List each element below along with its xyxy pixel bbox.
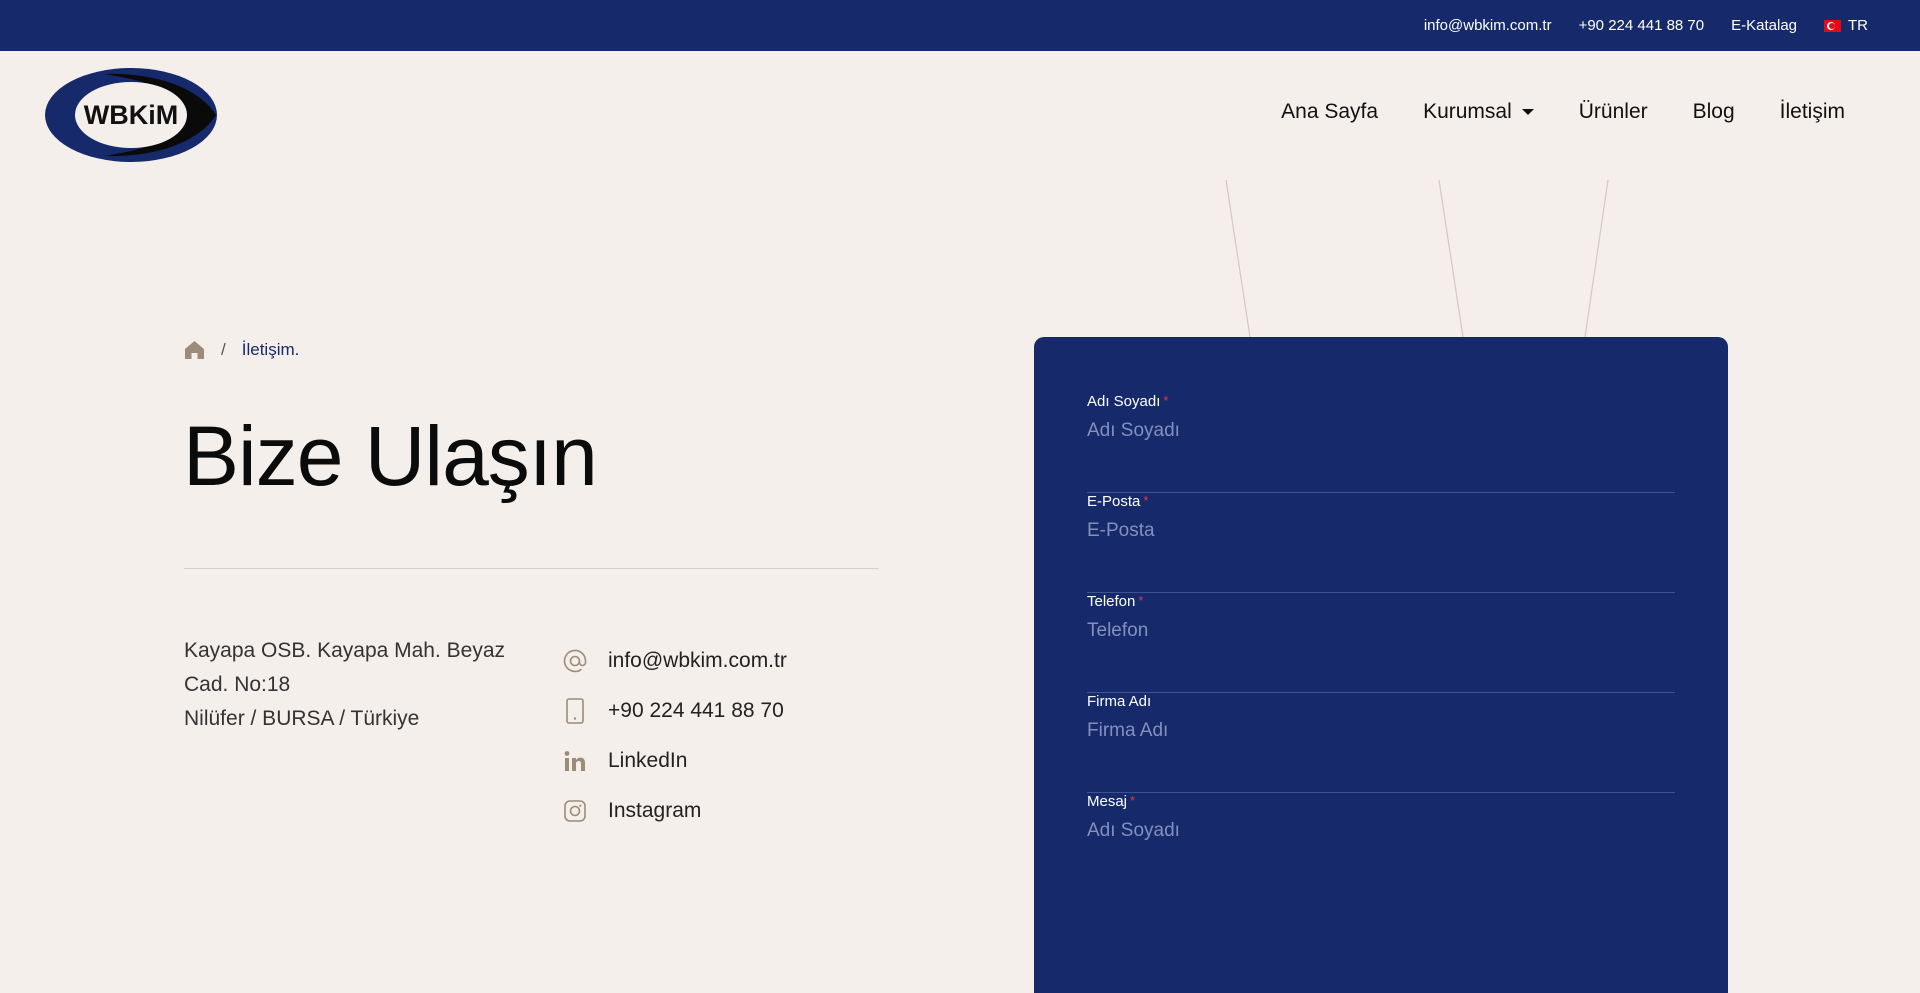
contact-phone[interactable]: +90 224 441 88 70 xyxy=(562,686,787,736)
email-field: E-Posta * xyxy=(1087,493,1675,593)
phone-input[interactable] xyxy=(1087,620,1675,642)
name-required-mark: * xyxy=(1163,393,1169,408)
email-required-mark: * xyxy=(1143,493,1149,508)
nav-home[interactable]: Ana Sayfa xyxy=(1281,100,1378,124)
instagram-icon xyxy=(562,798,588,824)
address-line-3: Nilüfer / BURSA / Türkiye xyxy=(184,707,420,730)
wbkim-logo[interactable]: WBKiM xyxy=(44,66,218,164)
name-label: Adı Soyadı * xyxy=(1087,393,1675,410)
language-switcher[interactable]: TR xyxy=(1824,17,1868,34)
nav-contact[interactable]: İletişim xyxy=(1780,100,1845,124)
linkedin-icon xyxy=(562,748,588,774)
address-line-2: Cad. No:18 xyxy=(184,673,291,696)
message-required-mark: * xyxy=(1130,793,1136,808)
topbar-email-link[interactable]: info@wbkim.com.tr xyxy=(1424,17,1552,34)
page-title: Bize Ulaşın xyxy=(183,409,598,503)
caret-down-icon xyxy=(1521,109,1534,115)
main-nav: Ana Sayfa Kurumsal Ürünler Blog İletişim xyxy=(1281,100,1845,124)
decorative-lines xyxy=(1225,180,1609,338)
contact-phone-text: +90 224 441 88 70 xyxy=(608,699,784,722)
at-sign-icon xyxy=(562,648,588,674)
phone-required-mark: * xyxy=(1138,593,1144,608)
breadcrumb: / İletişim. xyxy=(184,340,299,360)
turkey-flag-icon xyxy=(1824,19,1841,32)
name-input[interactable] xyxy=(1087,420,1675,442)
name-field: Adı Soyadı * xyxy=(1087,393,1675,493)
nav-products-label: Ürünler xyxy=(1578,100,1648,123)
home-icon[interactable] xyxy=(184,340,205,360)
breadcrumb-separator: / xyxy=(221,340,226,359)
topbar-phone-link[interactable]: +90 224 441 88 70 xyxy=(1579,17,1705,34)
company-input[interactable] xyxy=(1087,720,1675,742)
phone-label: Telefon * xyxy=(1087,593,1675,610)
company-label: Firma Adı xyxy=(1087,693,1675,710)
nav-corporate-label: Kurumsal xyxy=(1423,100,1512,123)
company-field: Firma Adı xyxy=(1087,693,1675,793)
contact-linkedin[interactable]: LinkedIn xyxy=(562,736,787,786)
message-label: Mesaj * xyxy=(1087,793,1675,810)
nav-products[interactable]: Ürünler xyxy=(1579,100,1648,124)
email-label: E-Posta * xyxy=(1087,493,1675,510)
email-label-text: E-Posta xyxy=(1087,493,1141,510)
divider xyxy=(184,568,879,569)
phone-label-text: Telefon xyxy=(1087,593,1136,610)
name-label-text: Adı Soyadı xyxy=(1087,393,1161,410)
message-textarea[interactable] xyxy=(1087,820,1675,900)
nav-home-label: Ana Sayfa xyxy=(1281,100,1379,123)
topbar-catalog-link[interactable]: E-Katalag xyxy=(1731,17,1797,34)
contact-form: Adı Soyadı* E-Posta* Telefon* Firma Adı … xyxy=(1034,337,1728,993)
nav-contact-label: İletişim xyxy=(1779,100,1845,123)
message-label-text: Mesaj xyxy=(1087,793,1128,810)
email-input[interactable] xyxy=(1087,520,1675,542)
contact-linkedin-text: LinkedIn xyxy=(608,749,688,772)
breadcrumb-current: İletişim. xyxy=(241,340,300,359)
message-field: Mesaj * xyxy=(1087,793,1675,933)
phone-field: Telefon * xyxy=(1087,593,1675,693)
contact-list: info@wbkim.com.tr +90 224 441 88 70 Link… xyxy=(562,636,787,836)
address-line-1: Kayapa OSB. Kayapa Mah. Beyaz xyxy=(184,639,506,662)
company-label-text: Firma Adı xyxy=(1087,693,1152,710)
contact-instagram-text: Instagram xyxy=(608,799,702,822)
contact-email-text: info@wbkim.com.tr xyxy=(608,649,787,672)
logo-text: WBKiM xyxy=(84,100,178,130)
nav-corporate[interactable]: Kurumsal xyxy=(1423,100,1534,124)
nav-blog-label: Blog xyxy=(1692,100,1735,123)
contact-email[interactable]: info@wbkim.com.tr xyxy=(562,636,787,686)
language-label: TR xyxy=(1848,17,1868,34)
nav-blog[interactable]: Blog xyxy=(1693,100,1735,124)
mobile-phone-icon xyxy=(562,698,588,724)
address: Kayapa OSB. Kayapa Mah. Beyaz Cad. No:18… xyxy=(184,634,524,736)
top-bar: info@wbkim.com.tr +90 224 441 88 70 E-Ka… xyxy=(0,0,1920,51)
contact-instagram[interactable]: Instagram xyxy=(562,786,787,836)
